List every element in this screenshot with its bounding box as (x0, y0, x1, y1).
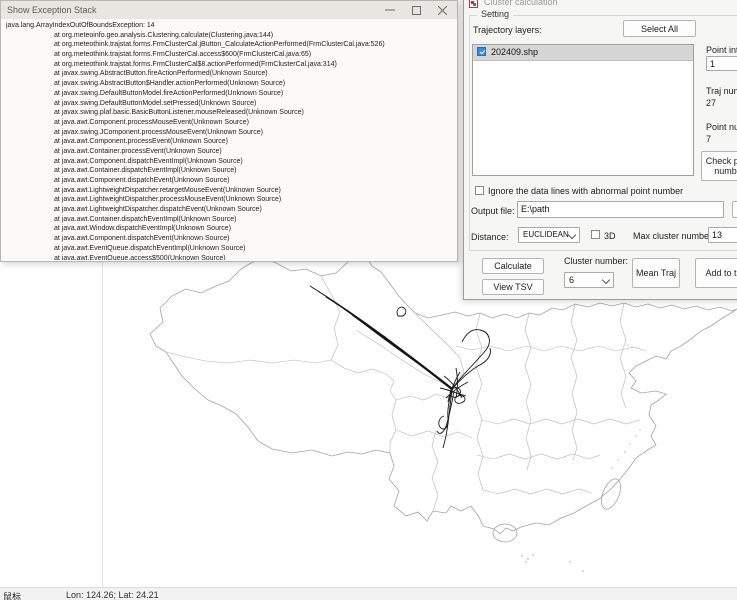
threed-label: 3D (604, 231, 616, 241)
traj-number-value: 27 (706, 98, 716, 108)
app-icon (469, 0, 478, 8)
cluster-number-combobox[interactable]: 6 (564, 272, 614, 288)
output-file-input[interactable]: E:\path (517, 201, 724, 218)
distance-value: EUCLIDEAN (523, 230, 569, 239)
stack-trace-line: at java.awt.Window.dispatchEventImpl(Unk… (6, 224, 456, 234)
point-interval-label: Point interval: (706, 45, 737, 55)
maximize-icon[interactable] (412, 6, 421, 15)
cluster-dialog-title: Cluster calculation (484, 0, 558, 7)
browse-output-button[interactable] (732, 201, 737, 218)
stack-trace-line: at javax.swing.DefaultButtonModel.setPre… (6, 99, 456, 109)
mean-traj-button[interactable]: Mean Traj (632, 258, 680, 288)
trajectory-layer-list[interactable]: 202409.shp (472, 44, 694, 176)
stack-trace-line: at java.awt.Component.processEvent(Unkno… (6, 137, 456, 147)
stack-trace-line: at java.awt.Component.dispatchEventImpl(… (6, 157, 456, 167)
stack-trace-line: at java.awt.EventQueue.dispatchEventImpl… (6, 244, 456, 254)
chevron-down-icon (602, 276, 610, 284)
ignore-abnormal-checkbox[interactable] (475, 186, 484, 195)
stack-trace-panel[interactable]: java.lang.ArrayIndexOutOfBoundsException… (2, 19, 456, 260)
view-tsv-button[interactable]: View TSV (482, 279, 544, 295)
layer-checkbox[interactable] (477, 47, 486, 56)
exception-window-titlebar[interactable]: Show Exception Stack (1, 1, 457, 19)
stack-trace-line: at java.awt.Container.dispatchEventImpl(… (6, 215, 456, 225)
add-to-traj-button[interactable]: Add to traj (695, 258, 737, 288)
status-coordinates: Lon: 124.26; Lat: 24.21 (66, 590, 159, 600)
stack-trace-line: at javax.swing.DefaultButtonModel.fireAc… (6, 89, 456, 99)
stack-trace-line: at java.awt.EventQueue.access$500(Unknow… (6, 254, 456, 261)
status-bar: 鼠标 Lon: 124.26; Lat: 24.21 (0, 587, 737, 600)
distance-combobox[interactable]: EUCLIDEAN (518, 227, 580, 243)
exception-window-title: Show Exception Stack (7, 5, 97, 15)
setting-group-label: Setting (477, 9, 513, 19)
traj-number-label: Traj number: (706, 86, 737, 96)
stack-trace-line: at javax.swing.JComponent.processMouseEv… (6, 128, 456, 138)
stack-trace-line: at javax.swing.plaf.basic.BasicButtonLis… (6, 108, 456, 118)
stack-trace-line: at javax.swing.AbstractButton$Handler.ac… (6, 79, 456, 89)
status-tool-label: 鼠标 (3, 590, 21, 600)
point-interval-input[interactable]: 1 (706, 56, 737, 71)
stack-trace-line: at java.awt.Component.dispatchEvent(Unkn… (6, 234, 456, 244)
output-file-label: Output file: (471, 206, 515, 216)
point-number-value: 7 (706, 134, 711, 144)
trajectory-lines (310, 286, 490, 448)
stack-trace-line: at org.meteothink.trajstat.forms.FrmClus… (6, 40, 456, 50)
select-all-button[interactable]: Select All (623, 20, 696, 37)
trajectory-layers-label: Trajectory layers: (473, 25, 542, 35)
minimize-icon[interactable] (385, 5, 395, 15)
calculate-button[interactable]: Calculate (482, 258, 544, 274)
small-islands (521, 344, 640, 571)
chevron-down-icon (568, 231, 576, 239)
cluster-number-label: Cluster number: (564, 256, 628, 266)
stack-trace-line: at java.awt.Component.dispatchEvent(Unkn… (6, 176, 456, 186)
stack-trace-line: at java.awt.LightweightDispatcher.proces… (6, 195, 456, 205)
point-number-label: Point number: (706, 122, 737, 132)
layer-name: 202409.shp (491, 47, 538, 57)
exception-window: Show Exception Stack java.lang.ArrayInde… (0, 0, 458, 262)
list-item[interactable]: 202409.shp (473, 45, 693, 61)
stack-trace-line: at java.awt.Container.dispatchEventImpl(… (6, 166, 456, 176)
stack-trace-line: at org.meteoinfo.geo.analysis.Clustering… (6, 31, 456, 41)
threed-checkbox[interactable] (591, 230, 600, 239)
stack-trace-line: at org.meteothink.trajstat.forms.FrmClus… (6, 50, 456, 60)
stack-trace-line: at java.awt.Container.processEvent(Unkno… (6, 147, 456, 157)
stack-trace-line: at java.awt.LightweightDispatcher.dispat… (6, 205, 456, 215)
stack-trace-line: java.lang.ArrayIndexOutOfBoundsException… (6, 21, 456, 31)
cluster-number-value: 6 (569, 275, 574, 285)
ignore-abnormal-label: Ignore the data lines with abnormal poin… (488, 186, 683, 196)
distance-label: Distance: (471, 232, 509, 242)
stack-trace-line: at java.awt.Component.processMouseEvent(… (6, 118, 456, 128)
stack-trace-line: at java.awt.LightweightDispatcher.retarg… (6, 186, 456, 196)
stack-trace-line: at javax.swing.AbstractButton.fireAction… (6, 69, 456, 79)
stack-trace-line: at org.meteothink.trajstat.forms.FrmClus… (6, 60, 456, 70)
check-point-number-button[interactable]: Check point number (701, 151, 737, 181)
close-icon[interactable] (438, 6, 447, 15)
max-cluster-number-input[interactable]: 13 (708, 227, 737, 243)
cluster-calculation-dialog: Cluster calculation Setting Trajectory l… (463, 0, 737, 300)
max-cluster-number-label: Max cluster number: (633, 231, 715, 241)
